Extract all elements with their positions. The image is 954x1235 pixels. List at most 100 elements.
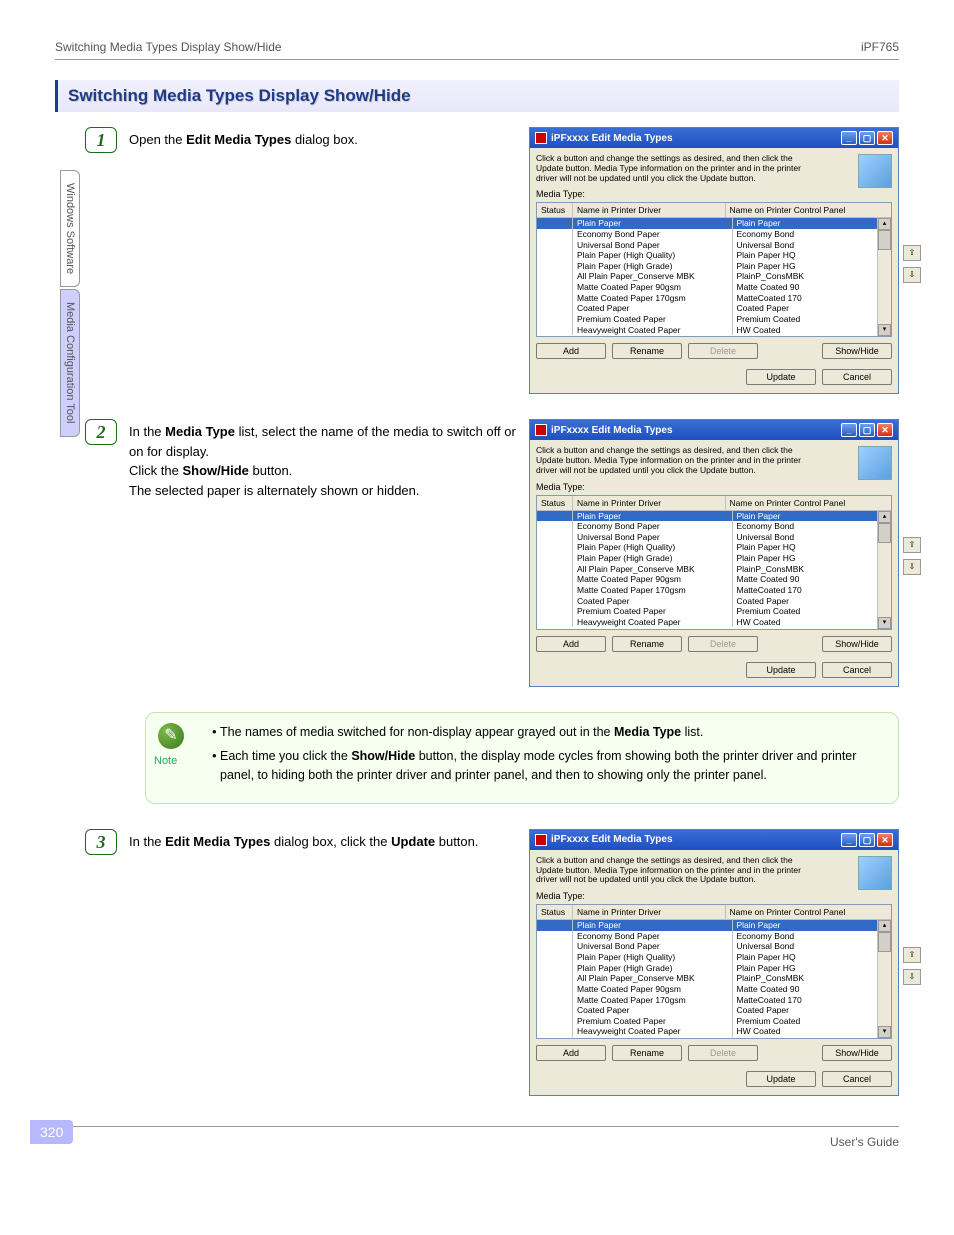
move-down-icon[interactable]: ⇩: [903, 267, 921, 283]
delete-button[interactable]: Delete: [688, 343, 758, 359]
list-body[interactable]: Plain Paper Plain Paper Economy Bond Pap…: [537, 218, 891, 336]
table-row[interactable]: Plain Paper Plain Paper: [537, 511, 891, 522]
table-row[interactable]: Heavyweight Coated Paper HW Coated: [537, 1026, 891, 1037]
list-body[interactable]: Plain Paper Plain Paper Economy Bond Pap…: [537, 511, 891, 629]
scroll-up-icon[interactable]: ▴: [878, 511, 891, 523]
table-row[interactable]: Premium Coated Paper Premium Coated: [537, 1016, 891, 1027]
list-body[interactable]: Plain Paper Plain Paper Economy Bond Pap…: [537, 920, 891, 1038]
table-row[interactable]: Plain Paper Plain Paper: [537, 218, 891, 229]
table-row[interactable]: Matte Coated Paper 170gsm MatteCoated 17…: [537, 995, 891, 1006]
close-button[interactable]: ✕: [877, 131, 893, 145]
move-down-icon[interactable]: ⇩: [903, 969, 921, 985]
media-type-list[interactable]: Status Name in Printer Driver Name on Pr…: [536, 202, 892, 337]
scroll-thumb[interactable]: [878, 932, 891, 952]
header-status[interactable]: Status: [537, 203, 573, 217]
show-hide-button[interactable]: Show/Hide: [822, 343, 892, 359]
maximize-button[interactable]: ▢: [859, 423, 875, 437]
scroll-up-icon[interactable]: ▴: [878, 920, 891, 932]
header-driver-name[interactable]: Name in Printer Driver: [573, 496, 726, 510]
header-driver-name[interactable]: Name in Printer Driver: [573, 905, 726, 919]
close-button[interactable]: ✕: [877, 423, 893, 437]
move-down-icon[interactable]: ⇩: [903, 559, 921, 575]
show-hide-button[interactable]: Show/Hide: [822, 636, 892, 652]
side-tab-media-config-tool[interactable]: Media Configuration Tool: [60, 289, 80, 436]
table-row[interactable]: Universal Bond Paper Universal Bond: [537, 941, 891, 952]
table-row[interactable]: Plain Paper (High Grade) Plain Paper HG: [537, 553, 891, 564]
scroll-up-icon[interactable]: ▴: [878, 218, 891, 230]
cancel-button[interactable]: Cancel: [822, 662, 892, 678]
table-row[interactable]: Matte Coated Paper 90gsm Matte Coated 90: [537, 984, 891, 995]
table-row[interactable]: Heavyweight Coated Paper HW Coated: [537, 617, 891, 628]
table-row[interactable]: Plain Paper (High Quality) Plain Paper H…: [537, 542, 891, 553]
scroll-down-icon[interactable]: ▾: [878, 617, 891, 629]
scrollbar[interactable]: ▴ ▾: [877, 511, 891, 629]
table-row[interactable]: Economy Bond Paper Economy Bond: [537, 229, 891, 240]
dialog-titlebar[interactable]: iPFxxxx Edit Media Types _ ▢ ✕: [530, 420, 898, 440]
table-row[interactable]: Economy Bond Paper Economy Bond: [537, 521, 891, 532]
table-row[interactable]: Plain Paper Plain Paper: [537, 920, 891, 931]
table-row[interactable]: Premium Coated Paper Premium Coated: [537, 606, 891, 617]
header-status[interactable]: Status: [537, 496, 573, 510]
show-hide-button[interactable]: Show/Hide: [822, 1045, 892, 1061]
table-row[interactable]: Plain Paper (High Quality) Plain Paper H…: [537, 952, 891, 963]
dialog-titlebar[interactable]: iPFxxxx Edit Media Types _ ▢ ✕: [530, 830, 898, 850]
header-driver-name[interactable]: Name in Printer Driver: [573, 203, 726, 217]
header-panel-name[interactable]: Name on Printer Control Panel: [726, 905, 878, 919]
scroll-down-icon[interactable]: ▾: [878, 324, 891, 336]
table-row[interactable]: Universal Bond Paper Universal Bond: [537, 532, 891, 543]
minimize-button[interactable]: _: [841, 833, 857, 847]
table-row[interactable]: Plain Paper (High Quality) Plain Paper H…: [537, 250, 891, 261]
scrollbar[interactable]: ▴ ▾: [877, 920, 891, 1038]
scroll-thumb[interactable]: [878, 230, 891, 250]
rename-button[interactable]: Rename: [612, 343, 682, 359]
add-button[interactable]: Add: [536, 636, 606, 652]
cancel-button[interactable]: Cancel: [822, 1071, 892, 1087]
dialog-titlebar[interactable]: iPFxxxx Edit Media Types _ ▢ ✕: [530, 128, 898, 148]
update-button[interactable]: Update: [746, 662, 816, 678]
move-up-icon[interactable]: ⇧: [903, 537, 921, 553]
move-up-icon[interactable]: ⇧: [903, 947, 921, 963]
media-type-list[interactable]: Status Name in Printer Driver Name on Pr…: [536, 904, 892, 1039]
table-row[interactable]: Universal Bond Paper Universal Bond: [537, 240, 891, 251]
add-button[interactable]: Add: [536, 1045, 606, 1061]
table-row[interactable]: Plain Paper (High Grade) Plain Paper HG: [537, 261, 891, 272]
table-row[interactable]: Matte Coated Paper 90gsm Matte Coated 90: [537, 574, 891, 585]
table-row[interactable]: Premium Coated Paper Premium Coated: [537, 314, 891, 325]
rename-button[interactable]: Rename: [612, 636, 682, 652]
table-row[interactable]: Coated Paper Coated Paper: [537, 596, 891, 607]
update-button[interactable]: Update: [746, 369, 816, 385]
table-row[interactable]: Matte Coated Paper 170gsm MatteCoated 17…: [537, 293, 891, 304]
scroll-down-icon[interactable]: ▾: [878, 1026, 891, 1038]
table-row[interactable]: All Plain Paper_Conserve MBK PlainP_Cons…: [537, 973, 891, 984]
move-up-icon[interactable]: ⇧: [903, 245, 921, 261]
table-row[interactable]: Coated Paper Coated Paper: [537, 1005, 891, 1016]
table-row[interactable]: Heavyweight Coated Paper HW Coated: [537, 325, 891, 336]
header-status[interactable]: Status: [537, 905, 573, 919]
close-button[interactable]: ✕: [877, 833, 893, 847]
maximize-button[interactable]: ▢: [859, 131, 875, 145]
dialog-instructions: Click a button and change the settings a…: [536, 856, 816, 885]
header-panel-name[interactable]: Name on Printer Control Panel: [726, 203, 878, 217]
update-button[interactable]: Update: [746, 1071, 816, 1087]
table-row[interactable]: Coated Paper Coated Paper: [537, 303, 891, 314]
minimize-button[interactable]: _: [841, 423, 857, 437]
table-row[interactable]: All Plain Paper_Conserve MBK PlainP_Cons…: [537, 271, 891, 282]
scroll-thumb[interactable]: [878, 523, 891, 543]
media-type-list[interactable]: Status Name in Printer Driver Name on Pr…: [536, 495, 892, 630]
rename-button[interactable]: Rename: [612, 1045, 682, 1061]
add-button[interactable]: Add: [536, 343, 606, 359]
table-row[interactable]: Matte Coated Paper 90gsm Matte Coated 90: [537, 282, 891, 293]
maximize-button[interactable]: ▢: [859, 833, 875, 847]
side-tab-windows-software[interactable]: Windows Software: [60, 170, 80, 287]
header-panel-name[interactable]: Name on Printer Control Panel: [726, 496, 878, 510]
table-row[interactable]: All Plain Paper_Conserve MBK PlainP_Cons…: [537, 564, 891, 575]
delete-button[interactable]: Delete: [688, 636, 758, 652]
minimize-button[interactable]: _: [841, 131, 857, 145]
delete-button[interactable]: Delete: [688, 1045, 758, 1061]
table-row[interactable]: Plain Paper (High Grade) Plain Paper HG: [537, 963, 891, 974]
cancel-button[interactable]: Cancel: [822, 369, 892, 385]
scrollbar[interactable]: ▴ ▾: [877, 218, 891, 336]
table-row[interactable]: Economy Bond Paper Economy Bond: [537, 931, 891, 942]
table-row[interactable]: Matte Coated Paper 170gsm MatteCoated 17…: [537, 585, 891, 596]
step-text: Open the Edit Media Types dialog box.: [129, 127, 519, 150]
